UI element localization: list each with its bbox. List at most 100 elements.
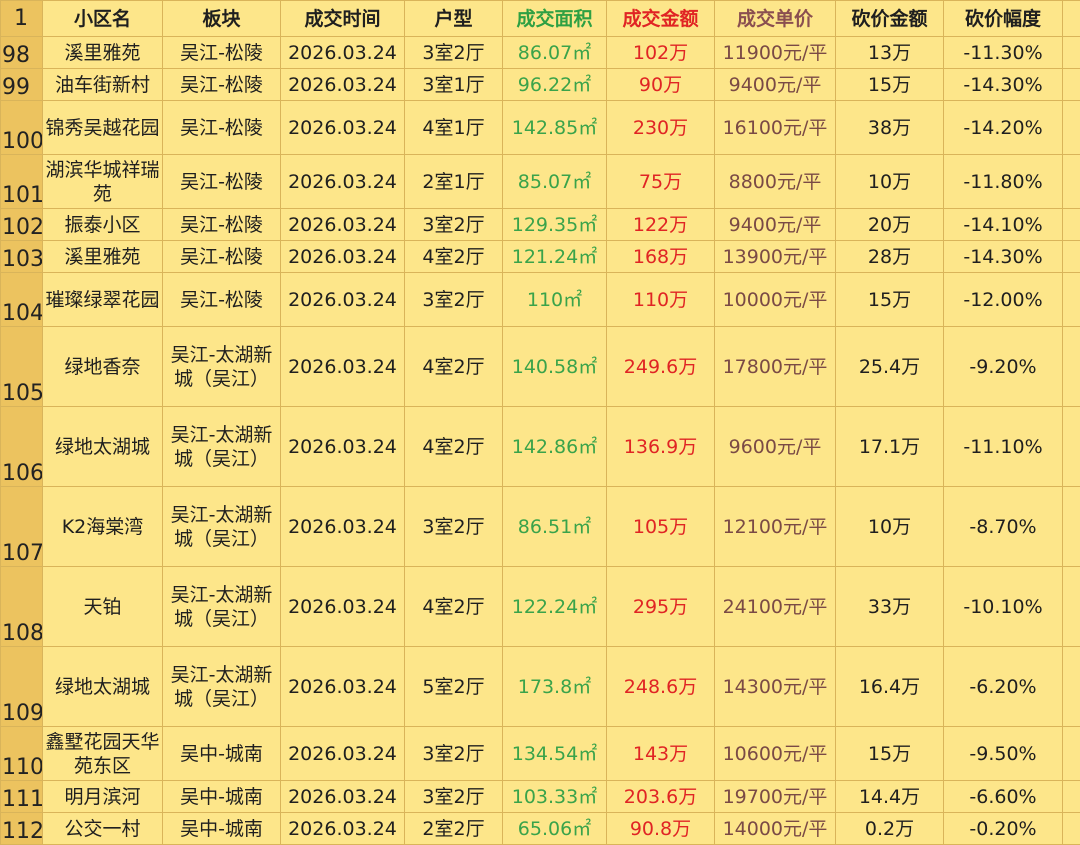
cell-cut-percent[interactable]: -9.50% bbox=[943, 726, 1063, 781]
cell-cut-percent[interactable]: -14.20% bbox=[943, 100, 1063, 155]
cell-cut-amount[interactable]: 13万 bbox=[835, 36, 944, 69]
cell-community[interactable]: K2海棠湾 bbox=[42, 486, 163, 567]
cell-cut-percent[interactable]: -6.60% bbox=[943, 780, 1063, 813]
cell-amount[interactable]: 168万 bbox=[606, 240, 715, 273]
column-header-area[interactable]: 成交面积 bbox=[502, 0, 607, 37]
cell-amount[interactable]: 105万 bbox=[606, 486, 715, 567]
cell-cut-percent[interactable]: -10.10% bbox=[943, 566, 1063, 647]
cell-cut-amount[interactable]: 10万 bbox=[835, 486, 944, 567]
cell-area[interactable]: 86.07㎡ bbox=[502, 36, 607, 69]
cell-cut-amount[interactable]: 10万 bbox=[835, 154, 944, 209]
empty-cell[interactable] bbox=[1062, 780, 1080, 813]
row-number[interactable]: 107 bbox=[0, 486, 43, 567]
cell-layout[interactable]: 3室1厅 bbox=[404, 68, 503, 101]
cell-cut-amount[interactable]: 25.4万 bbox=[835, 326, 944, 407]
cell-layout[interactable]: 4室1厅 bbox=[404, 100, 503, 155]
row-number[interactable]: 108 bbox=[0, 566, 43, 647]
row-number[interactable]: 103 bbox=[0, 240, 43, 273]
cell-amount[interactable]: 90万 bbox=[606, 68, 715, 101]
row-number[interactable]: 100 bbox=[0, 100, 43, 155]
cell-layout[interactable]: 5室2厅 bbox=[404, 646, 503, 727]
empty-cell[interactable] bbox=[1062, 726, 1080, 781]
cell-cut-percent[interactable]: -0.20% bbox=[943, 812, 1063, 845]
cell-unit-price[interactable]: 14000元/平 bbox=[714, 812, 836, 845]
cell-deal-date[interactable]: 2026.03.24 bbox=[280, 726, 405, 781]
cell-community[interactable]: 璀璨绿翠花园 bbox=[42, 272, 163, 327]
row-number[interactable]: 105 bbox=[0, 326, 43, 407]
cell-cut-amount[interactable]: 20万 bbox=[835, 208, 944, 241]
empty-cell[interactable] bbox=[1062, 208, 1080, 241]
cell-cut-amount[interactable]: 16.4万 bbox=[835, 646, 944, 727]
cell-cut-percent[interactable]: -11.10% bbox=[943, 406, 1063, 487]
cell-cut-percent[interactable]: -9.20% bbox=[943, 326, 1063, 407]
cell-unit-price[interactable]: 17800元/平 bbox=[714, 326, 836, 407]
cell-cut-amount[interactable]: 15万 bbox=[835, 272, 944, 327]
row-number[interactable]: 98 bbox=[0, 36, 43, 69]
cell-deal-date[interactable]: 2026.03.24 bbox=[280, 272, 405, 327]
cell-deal-date[interactable]: 2026.03.24 bbox=[280, 208, 405, 241]
cell-amount[interactable]: 122万 bbox=[606, 208, 715, 241]
cell-unit-price[interactable]: 8800元/平 bbox=[714, 154, 836, 209]
cell-community[interactable]: 绿地太湖城 bbox=[42, 646, 163, 727]
cell-amount[interactable]: 75万 bbox=[606, 154, 715, 209]
cell-cut-percent[interactable]: -14.30% bbox=[943, 240, 1063, 273]
row-number[interactable]: 102 bbox=[0, 208, 43, 241]
cell-area[interactable]: 86.51㎡ bbox=[502, 486, 607, 567]
cell-layout[interactable]: 3室2厅 bbox=[404, 486, 503, 567]
cell-community[interactable]: 溪里雅苑 bbox=[42, 36, 163, 69]
cell-layout[interactable]: 4室2厅 bbox=[404, 240, 503, 273]
cell-block[interactable]: 吴江-太湖新城（吴江） bbox=[162, 326, 281, 407]
cell-deal-date[interactable]: 2026.03.24 bbox=[280, 154, 405, 209]
cell-cut-amount[interactable]: 0.2万 bbox=[835, 812, 944, 845]
cell-layout[interactable]: 3室2厅 bbox=[404, 780, 503, 813]
cell-cut-percent[interactable]: -14.10% bbox=[943, 208, 1063, 241]
row-number[interactable]: 109 bbox=[0, 646, 43, 727]
cell-amount[interactable]: 249.6万 bbox=[606, 326, 715, 407]
cell-unit-price[interactable]: 16100元/平 bbox=[714, 100, 836, 155]
cell-layout[interactable]: 3室2厅 bbox=[404, 726, 503, 781]
row-number[interactable]: 101 bbox=[0, 154, 43, 209]
cell-unit-price[interactable]: 13900元/平 bbox=[714, 240, 836, 273]
cell-amount[interactable]: 248.6万 bbox=[606, 646, 715, 727]
cell-community[interactable]: 明月滨河 bbox=[42, 780, 163, 813]
cell-community[interactable]: 天铂 bbox=[42, 566, 163, 647]
empty-cell[interactable] bbox=[1062, 566, 1080, 647]
cell-layout[interactable]: 4室2厅 bbox=[404, 566, 503, 647]
cell-unit-price[interactable]: 19700元/平 bbox=[714, 780, 836, 813]
cell-amount[interactable]: 90.8万 bbox=[606, 812, 715, 845]
cell-community[interactable]: 鑫墅花园天华苑东区 bbox=[42, 726, 163, 781]
cell-community[interactable]: 绿地太湖城 bbox=[42, 406, 163, 487]
cell-layout[interactable]: 3室2厅 bbox=[404, 208, 503, 241]
cell-amount[interactable]: 110万 bbox=[606, 272, 715, 327]
cell-layout[interactable]: 4室2厅 bbox=[404, 406, 503, 487]
cell-unit-price[interactable]: 9400元/平 bbox=[714, 208, 836, 241]
cell-deal-date[interactable]: 2026.03.24 bbox=[280, 812, 405, 845]
cell-deal-date[interactable]: 2026.03.24 bbox=[280, 486, 405, 567]
cell-community[interactable]: 锦秀吴越花园 bbox=[42, 100, 163, 155]
empty-cell[interactable] bbox=[1062, 100, 1080, 155]
cell-cut-amount[interactable]: 17.1万 bbox=[835, 406, 944, 487]
cell-cut-percent[interactable]: -14.30% bbox=[943, 68, 1063, 101]
column-header-amount[interactable]: 成交金额 bbox=[606, 0, 715, 37]
column-header-block[interactable]: 板块 bbox=[162, 0, 281, 37]
cell-area[interactable]: 103.33㎡ bbox=[502, 780, 607, 813]
cell-area[interactable]: 129.35㎡ bbox=[502, 208, 607, 241]
cell-community[interactable]: 公交一村 bbox=[42, 812, 163, 845]
cell-block[interactable]: 吴江-松陵 bbox=[162, 36, 281, 69]
column-header-unit-price[interactable]: 成交单价 bbox=[714, 0, 836, 37]
cell-area[interactable]: 85.07㎡ bbox=[502, 154, 607, 209]
cell-amount[interactable]: 136.9万 bbox=[606, 406, 715, 487]
cell-unit-price[interactable]: 10000元/平 bbox=[714, 272, 836, 327]
cell-amount[interactable]: 295万 bbox=[606, 566, 715, 647]
cell-amount[interactable]: 203.6万 bbox=[606, 780, 715, 813]
row-number-header[interactable]: 1 bbox=[0, 0, 43, 37]
cell-deal-date[interactable]: 2026.03.24 bbox=[280, 780, 405, 813]
cell-unit-price[interactable]: 9400元/平 bbox=[714, 68, 836, 101]
cell-community[interactable]: 湖滨华城祥瑞苑 bbox=[42, 154, 163, 209]
empty-cell[interactable] bbox=[1062, 0, 1080, 37]
column-header-community[interactable]: 小区名 bbox=[42, 0, 163, 37]
cell-unit-price[interactable]: 11900元/平 bbox=[714, 36, 836, 69]
cell-area[interactable]: 65.06㎡ bbox=[502, 812, 607, 845]
cell-cut-amount[interactable]: 28万 bbox=[835, 240, 944, 273]
row-number[interactable]: 112 bbox=[0, 812, 43, 845]
